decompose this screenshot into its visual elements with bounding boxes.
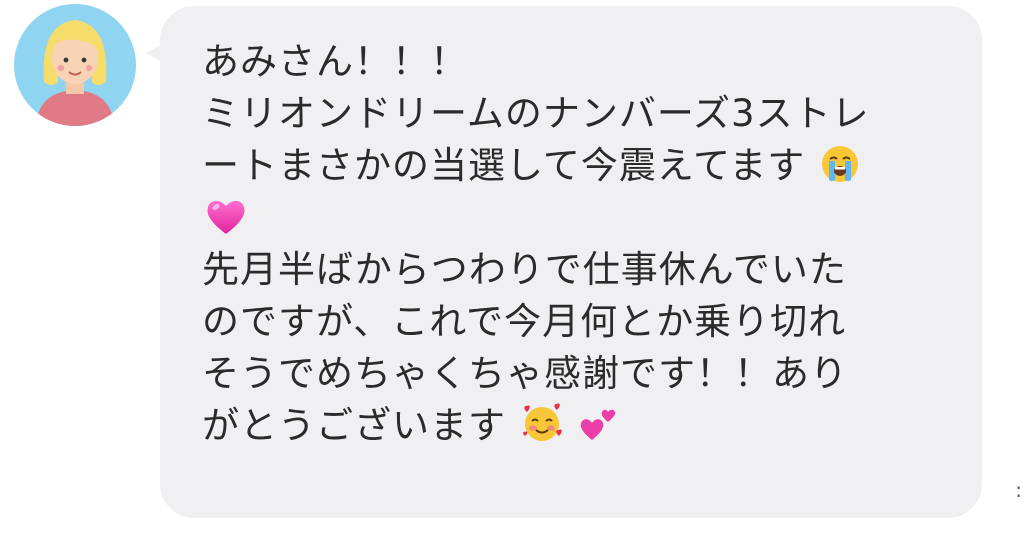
message-line-8: がとうございます bbox=[202, 400, 942, 452]
message-bubble[interactable]: あみさん！！！ ミリオンドリームのナンバーズ3ストレ ートまさかの当選して今震え… bbox=[160, 6, 982, 518]
message-line-5: 先月半ばからつわりで仕事休んでいた bbox=[202, 244, 942, 296]
two-hearts-icon bbox=[578, 404, 618, 444]
message-text: そうでめちゃくちゃ感謝です！！あり bbox=[202, 352, 848, 395]
sender-avatar[interactable] bbox=[14, 4, 136, 126]
message-text: がとうございます bbox=[202, 404, 506, 447]
message-text: のですが、これで今月何とか乗り切れ bbox=[202, 300, 847, 343]
message-text: 先月半ばからつわりで仕事休んでいた bbox=[202, 248, 847, 291]
message-text: ミリオンドリームのナンバーズ3ストレ bbox=[202, 92, 870, 135]
message-text: ートまさかの当選して今震えてます bbox=[202, 144, 806, 187]
smiling-face-with-hearts-icon bbox=[521, 402, 563, 444]
message-line-2: ミリオンドリームのナンバーズ3ストレ bbox=[202, 88, 942, 140]
message-text: あみさん！！！ bbox=[202, 40, 468, 83]
message-line-4 bbox=[202, 192, 942, 244]
edge-mark: : bbox=[1015, 478, 1022, 502]
message-line-3: ートまさかの当選して今震えてます bbox=[202, 140, 942, 192]
message-line-7: そうでめちゃくちゃ感謝です！！あり bbox=[202, 348, 942, 400]
crying-face-icon bbox=[820, 144, 860, 184]
message-line-1: あみさん！！！ bbox=[202, 36, 942, 88]
message-line-6: のですが、これで今月何とか乗り切れ bbox=[202, 296, 942, 348]
chat-view: あみさん！！！ ミリオンドリームのナンバーズ3ストレ ートまさかの当選して今震え… bbox=[0, 0, 1024, 550]
pink-heart-icon bbox=[204, 196, 248, 236]
